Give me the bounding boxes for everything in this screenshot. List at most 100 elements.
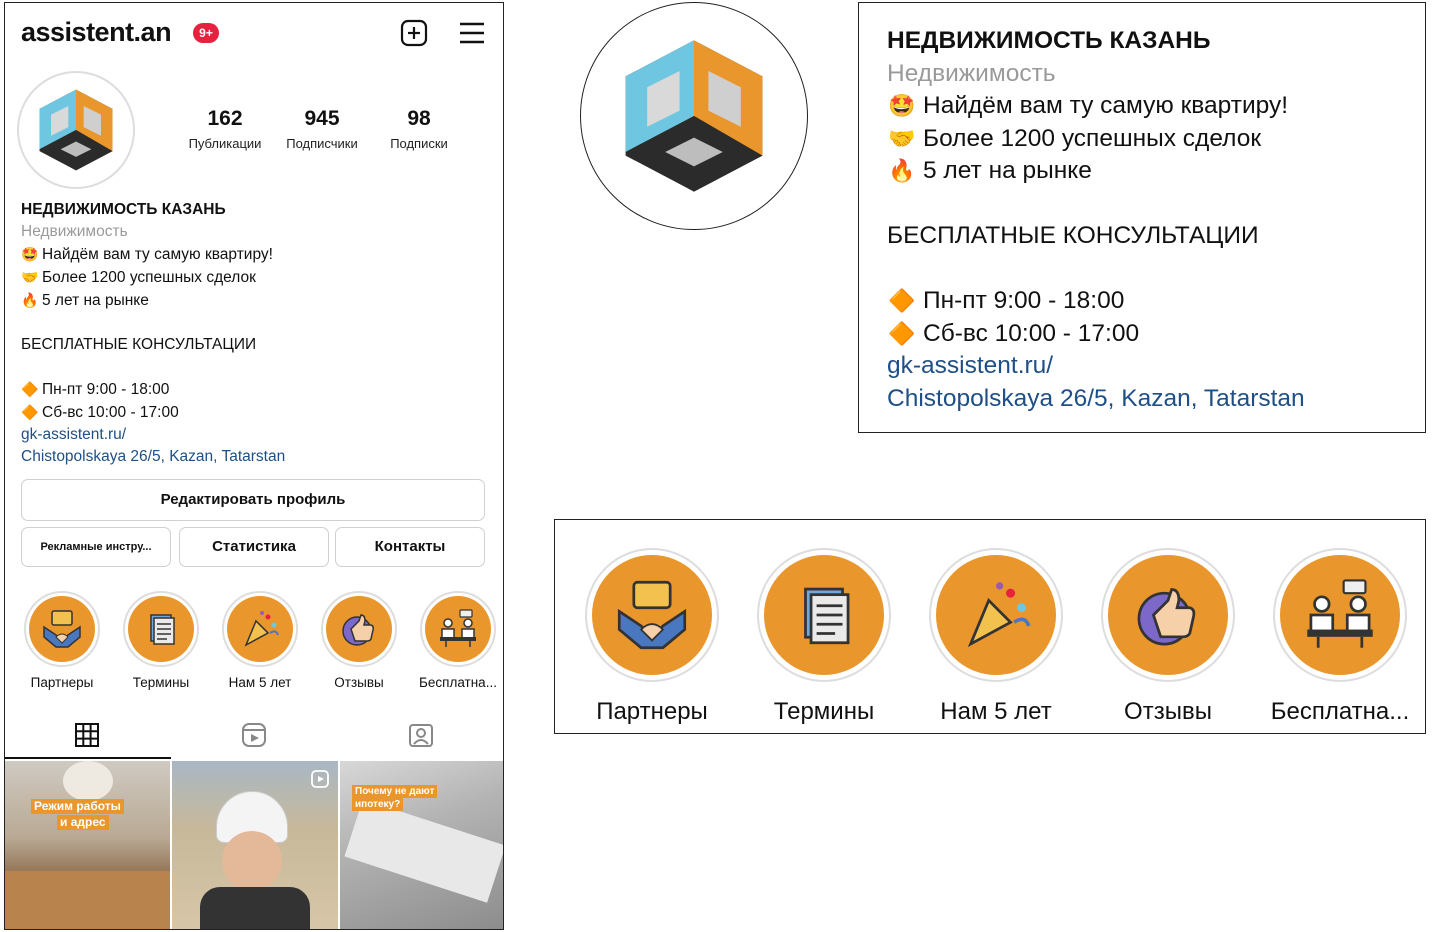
instagram-profile-screen: assistent.an 9+ 162 Публикации 945 Подпи…	[4, 2, 504, 930]
website-link[interactable]: gk-assistent.ru/	[887, 350, 1305, 383]
handshake-emoji-icon: 🤝	[888, 125, 916, 151]
highlight-terms[interactable]: Термины	[739, 548, 909, 726]
bio-line: 🔶 Сб-вс 10:00 - 17:00	[21, 401, 491, 424]
ad-tools-button[interactable]: Рекламные инстру...	[21, 527, 171, 567]
highlight-label: Нам 5 лет	[940, 698, 1052, 725]
handshake-emoji-icon: 🤝	[21, 269, 39, 285]
bio-line: 🔶 Сб-вс 10:00 - 17:00	[887, 318, 1305, 351]
highlight-reviews[interactable]: Отзывы	[310, 591, 408, 690]
address-link[interactable]: Chistopolskaya 26/5, Kazan, Tatarstan	[887, 383, 1305, 416]
profile-name: НЕДВИЖИМОСТЬ КАЗАНЬ	[887, 27, 1211, 54]
thumbs-up-icon	[342, 614, 374, 646]
highlight-label: Отзывы	[334, 675, 384, 690]
fire-emoji-icon: 🔥	[21, 292, 39, 308]
highlight-label: Нам 5 лет	[228, 675, 292, 690]
hamburger-menu-icon[interactable]	[458, 20, 486, 46]
post-caption: и адрес	[57, 815, 109, 830]
active-tab-indicator	[5, 757, 171, 759]
stat-label: Публикации	[188, 136, 262, 151]
orange-diamond-icon: 🔶	[888, 288, 916, 313]
statistics-button[interactable]: Статистика	[179, 527, 329, 567]
star-struck-emoji-icon: 🤩	[21, 246, 39, 262]
plus-square-icon[interactable]	[400, 19, 428, 47]
edit-profile-button[interactable]: Редактировать профиль	[21, 479, 485, 521]
post-caption: Режим работы	[31, 799, 124, 814]
contacts-button[interactable]: Контакты	[335, 527, 485, 567]
bio-line: 🔥 5 лет на рынке	[21, 289, 491, 312]
tagged-icon[interactable]	[407, 721, 435, 749]
highlight-free-consult[interactable]: Бесплатна...	[1255, 548, 1425, 726]
profile-tabs	[5, 713, 503, 759]
bio-line: 🤩 Найдём вам ту самую квартиру!	[21, 243, 491, 266]
posts-grid: Режим работы и адрес Почему не дают ипот…	[5, 761, 503, 929]
consultation-icon	[1307, 579, 1373, 648]
posts-count[interactable]: 162 Публикации	[175, 107, 275, 151]
highlight-partners[interactable]: Партнеры	[13, 591, 111, 690]
followers-count[interactable]: 945 Подписчики	[272, 107, 372, 151]
handshake-icon	[617, 580, 687, 650]
avatar-zoom	[580, 2, 808, 230]
bio-text: Сб-вс 10:00 - 17:00	[923, 319, 1140, 347]
party-popper-icon	[967, 582, 1031, 648]
reels-icon[interactable]	[240, 721, 268, 749]
stat-value: 945	[304, 107, 340, 130]
highlight-5-years[interactable]: Нам 5 лет	[211, 591, 309, 690]
highlight-label: Бесплатна...	[1270, 698, 1410, 725]
post-caption: ипотеку?	[352, 798, 404, 811]
bio-text: Сб-вс 10:00 - 17:00	[42, 404, 179, 421]
highlights-row: Партнеры Термины Нам 5 лет Отзывы Беспла…	[13, 591, 503, 695]
fire-emoji-icon: 🔥	[888, 158, 916, 183]
highlight-label: Термины	[132, 675, 190, 690]
handshake-icon	[43, 610, 81, 648]
notification-badge[interactable]: 9+	[193, 23, 219, 43]
orange-diamond-icon: 🔶	[888, 320, 916, 346]
username[interactable]: assistent.an	[21, 17, 172, 48]
document-icon	[150, 614, 175, 645]
bio-text: 5 лет на рынке	[42, 292, 149, 309]
bio-line: 🤩 Найдём вам ту самую квартиру!	[887, 90, 1305, 123]
highlight-label: Бесплатна...	[419, 675, 497, 690]
post-thumbnail[interactable]: Режим работы и адрес	[5, 761, 170, 929]
bio-line: 🔶 Пн-пт 9:00 - 18:00	[887, 285, 1305, 318]
highlight-terms[interactable]: Термины	[112, 591, 210, 690]
highlight-label: Термины	[773, 698, 875, 725]
website-link[interactable]: gk-assistent.ru/	[21, 424, 491, 446]
highlight-partners[interactable]: Партнеры	[567, 548, 737, 726]
bio-text: Найдём вам ту самую квартиру!	[42, 246, 273, 263]
grid-icon[interactable]	[73, 721, 101, 749]
highlight-free-consult[interactable]: Бесплатна...	[409, 591, 503, 690]
avatar[interactable]	[17, 71, 135, 189]
post-thumbnail[interactable]	[172, 761, 338, 929]
stat-label: Подписки	[390, 136, 448, 151]
orange-diamond-icon: 🔶	[21, 404, 39, 420]
bio-text: Более 1200 успешных сделок	[923, 124, 1262, 152]
bio-text: Более 1200 успешных сделок	[42, 269, 256, 286]
post-thumbnail[interactable]: Почему не дают ипотеку?	[340, 761, 503, 929]
bio-line: 🔶 Пн-пт 9:00 - 18:00	[21, 378, 491, 401]
highlight-label: Партнеры	[596, 698, 708, 725]
bio-text: Пн-пт 9:00 - 18:00	[923, 287, 1125, 314]
profile-bio: НЕДВИЖИМОСТЬ КАЗАНЬ Недвижимость 🤩 Найдём…	[21, 199, 491, 468]
bio-line: 🤝 Более 1200 успешных сделок	[887, 123, 1305, 156]
star-struck-emoji-icon: 🤩	[888, 93, 916, 118]
top-bar: assistent.an 9+	[5, 3, 503, 61]
highlight-label: Отзывы	[1124, 698, 1212, 725]
highlight-reviews[interactable]: Отзывы	[1083, 548, 1253, 726]
highlight-label: Партнеры	[30, 675, 94, 690]
highlights-zoom-panel: Партнеры Термины Нам 5 лет Отзывы Беспла…	[554, 519, 1426, 734]
bio-zoom-panel: НЕДВИЖИМОСТЬ КАЗАНЬ Недвижимость 🤩 Найдём…	[858, 2, 1426, 433]
stat-label: Подписчики	[286, 136, 358, 151]
bio-text: Пн-пт 9:00 - 18:00	[42, 381, 170, 398]
consultation-icon	[440, 609, 476, 647]
orange-diamond-icon: 🔶	[21, 381, 39, 397]
reels-icon	[311, 770, 329, 788]
stat-value: 98	[407, 107, 431, 130]
bio-text: 5 лет на рынке	[923, 157, 1092, 184]
bio-line: 🤝 Более 1200 успешных сделок	[21, 266, 491, 289]
consultation-heading: БЕСПЛАТНЫЕ КОНСУЛЬТАЦИИ	[21, 336, 257, 353]
following-count[interactable]: 98 Подписки	[369, 107, 469, 151]
stat-value: 162	[207, 107, 243, 130]
consultation-heading: БЕСПЛАТНЫЕ КОНСУЛЬТАЦИИ	[887, 222, 1259, 249]
highlight-5-years[interactable]: Нам 5 лет	[911, 548, 1081, 726]
address-link[interactable]: Chistopolskaya 26/5, Kazan, Tatarstan	[21, 446, 491, 468]
